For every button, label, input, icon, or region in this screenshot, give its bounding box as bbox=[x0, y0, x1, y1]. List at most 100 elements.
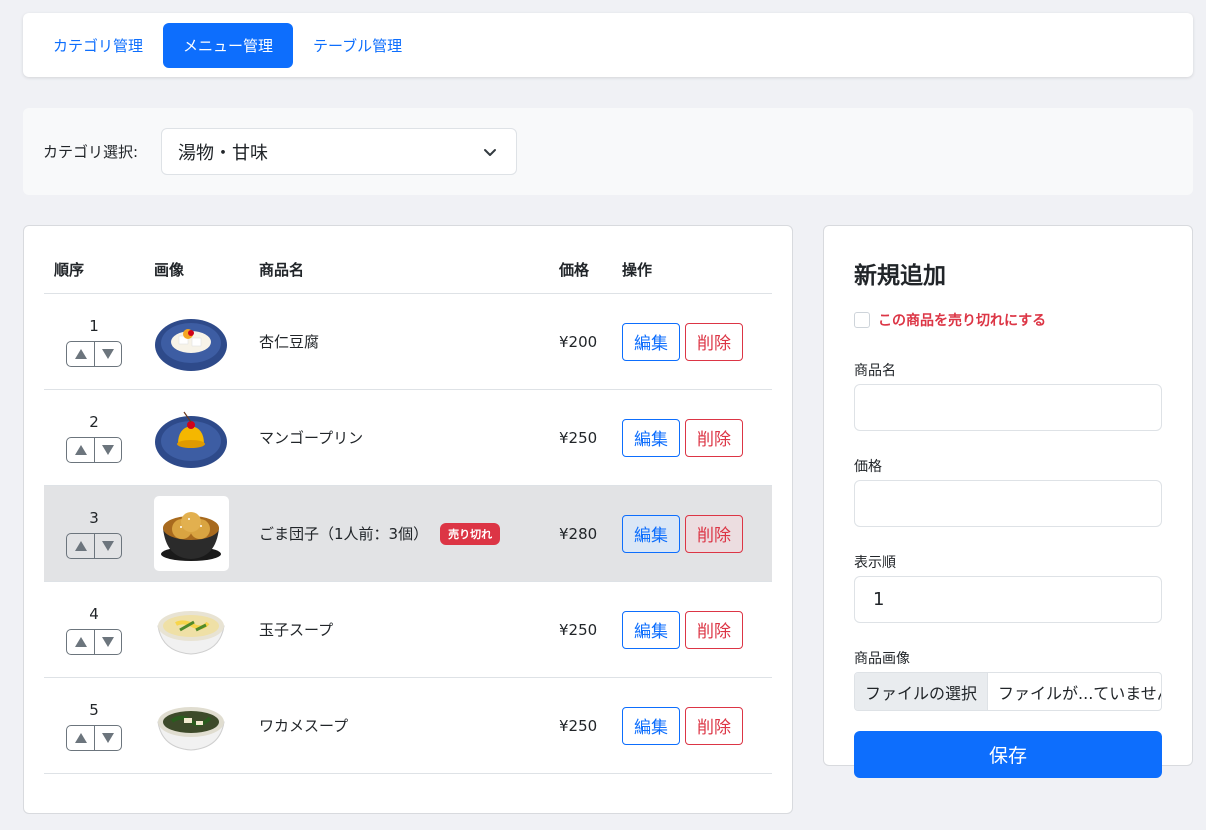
triangle-down-icon bbox=[102, 732, 114, 743]
name-field-label: 商品名 bbox=[854, 363, 896, 379]
order-number: 3 bbox=[89, 508, 99, 527]
header-order: 順序 bbox=[54, 261, 85, 279]
order-number: 1 bbox=[89, 316, 99, 335]
ops-cell: 編集 削除 bbox=[612, 610, 772, 649]
egg-soup-image bbox=[154, 592, 229, 667]
image-cell bbox=[144, 304, 249, 379]
soldout-check-row: この商品を売り切れにする bbox=[854, 310, 1162, 330]
triangle-down-icon bbox=[102, 540, 114, 551]
item-name-text: 杏仁豆腐 bbox=[259, 333, 320, 351]
file-name-text: ファイルが...ていません bbox=[998, 683, 1162, 703]
form-title: 新規追加 bbox=[854, 263, 946, 289]
price-field[interactable] bbox=[854, 480, 1162, 527]
order-cell: 2 bbox=[44, 413, 144, 463]
top-nav: カテゴリ管理 メニュー管理 テーブル管理 bbox=[23, 13, 1193, 77]
order-cell: 3 bbox=[44, 509, 144, 559]
triangle-up-icon bbox=[74, 636, 87, 647]
item-price: ¥250 bbox=[559, 716, 598, 735]
ops-cell: 編集 削除 bbox=[612, 514, 772, 553]
move-down-button[interactable] bbox=[94, 629, 121, 654]
tab-category[interactable]: カテゴリ管理 bbox=[33, 23, 163, 68]
file-select-button[interactable]: ファイルの選択 bbox=[855, 673, 989, 710]
order-cell: 4 bbox=[44, 605, 144, 655]
almond-tofu-image bbox=[154, 304, 229, 379]
triangle-up-icon bbox=[74, 540, 87, 551]
header-price: 価格 bbox=[559, 261, 590, 279]
move-up-button[interactable] bbox=[67, 630, 94, 654]
order-stepper bbox=[66, 340, 122, 367]
item-name-text: ワカメスープ bbox=[259, 717, 349, 735]
tab-menu[interactable]: メニュー管理 bbox=[163, 22, 294, 68]
item-price: ¥250 bbox=[559, 620, 598, 639]
item-name: 玉子スープ bbox=[249, 619, 549, 640]
order-stepper bbox=[66, 532, 122, 559]
soldout-badge: 売り切れ bbox=[440, 522, 501, 545]
move-down-button[interactable] bbox=[94, 533, 121, 558]
category-bar: カテゴリ選択: 湯物・甘味 bbox=[23, 108, 1193, 195]
new-item-form: 新規追加 この商品を売り切れにする 商品名 価格 表示順 1 商品画像 ファイル… bbox=[823, 225, 1193, 778]
delete-button[interactable]: 削除 bbox=[685, 322, 743, 361]
category-select[interactable]: 湯物・甘味 bbox=[161, 128, 517, 175]
triangle-up-icon bbox=[74, 444, 87, 455]
move-down-button[interactable] bbox=[94, 341, 121, 366]
delete-button[interactable]: 削除 bbox=[685, 514, 743, 553]
order-number: 5 bbox=[89, 700, 99, 719]
order-field[interactable]: 1 bbox=[854, 576, 1162, 623]
delete-button[interactable]: 削除 bbox=[685, 418, 743, 457]
delete-button[interactable]: 削除 bbox=[685, 610, 743, 649]
edit-button[interactable]: 編集 bbox=[622, 610, 680, 649]
header-image: 画像 bbox=[154, 261, 185, 279]
category-selected-value: 湯物・甘味 bbox=[178, 142, 268, 164]
item-price: ¥250 bbox=[559, 428, 598, 447]
item-name-text: ごま団子（1人前：3個） bbox=[259, 525, 429, 543]
item-name: ワカメスープ bbox=[249, 715, 549, 736]
item-name-text: マンゴープリン bbox=[259, 429, 364, 447]
order-cell: 1 bbox=[44, 317, 144, 367]
move-up-button[interactable] bbox=[67, 438, 94, 462]
image-cell bbox=[144, 688, 249, 763]
table-row: 4 玉子スープ ¥250 編集 削除 bbox=[44, 582, 772, 678]
move-up-button[interactable] bbox=[67, 534, 94, 558]
order-field-label: 表示順 bbox=[854, 555, 896, 571]
tab-table[interactable]: テーブル管理 bbox=[293, 23, 422, 68]
item-name-text: 玉子スープ bbox=[259, 621, 334, 639]
edit-button[interactable]: 編集 bbox=[622, 418, 680, 457]
order-cell: 5 bbox=[44, 701, 144, 751]
table-header: 順序 画像 商品名 価格 操作 bbox=[44, 246, 772, 294]
sesame-balls-image bbox=[154, 496, 229, 571]
table-row: 5 ワカメスープ ¥250 編集 削除 bbox=[44, 678, 772, 774]
item-name: 杏仁豆腐 bbox=[249, 331, 549, 352]
order-stepper bbox=[66, 436, 122, 463]
order-number: 4 bbox=[89, 604, 99, 623]
edit-button[interactable]: 編集 bbox=[622, 514, 680, 553]
delete-button[interactable]: 削除 bbox=[685, 706, 743, 745]
name-field[interactable] bbox=[854, 384, 1162, 431]
image-cell bbox=[144, 592, 249, 667]
item-name: マンゴープリン bbox=[249, 427, 549, 448]
wakame-soup-image bbox=[154, 688, 229, 763]
triangle-up-icon bbox=[74, 348, 87, 359]
edit-button[interactable]: 編集 bbox=[622, 706, 680, 745]
item-name: ごま団子（1人前：3個） 売り切れ bbox=[249, 522, 549, 545]
price-field-label: 価格 bbox=[854, 459, 882, 475]
save-button[interactable]: 保存 bbox=[854, 731, 1162, 778]
image-cell bbox=[144, 496, 249, 571]
table-row: 1 杏仁豆腐 ¥200 編集 削除 bbox=[44, 294, 772, 390]
triangle-up-icon bbox=[74, 732, 87, 743]
soldout-checkbox-label[interactable]: この商品を売り切れにする bbox=[878, 310, 1046, 330]
image-file-input: ファイルの選択 ファイルが...ていません bbox=[854, 672, 1162, 711]
table-row: 3 ごま団子（1人前：3個） 売り切れ ¥280 編集 削除 bbox=[44, 486, 772, 582]
image-cell bbox=[144, 400, 249, 475]
image-field-label: 商品画像 bbox=[854, 651, 910, 667]
move-down-button[interactable] bbox=[94, 725, 121, 750]
move-up-button[interactable] bbox=[67, 342, 94, 366]
triangle-down-icon bbox=[102, 348, 114, 359]
soldout-checkbox[interactable] bbox=[854, 312, 870, 328]
item-price: ¥200 bbox=[559, 332, 598, 351]
edit-button[interactable]: 編集 bbox=[622, 322, 680, 361]
mango-pudding-image bbox=[154, 400, 229, 475]
move-down-button[interactable] bbox=[94, 437, 121, 462]
triangle-down-icon bbox=[102, 636, 114, 647]
item-price: ¥280 bbox=[559, 524, 598, 543]
move-up-button[interactable] bbox=[67, 726, 94, 750]
